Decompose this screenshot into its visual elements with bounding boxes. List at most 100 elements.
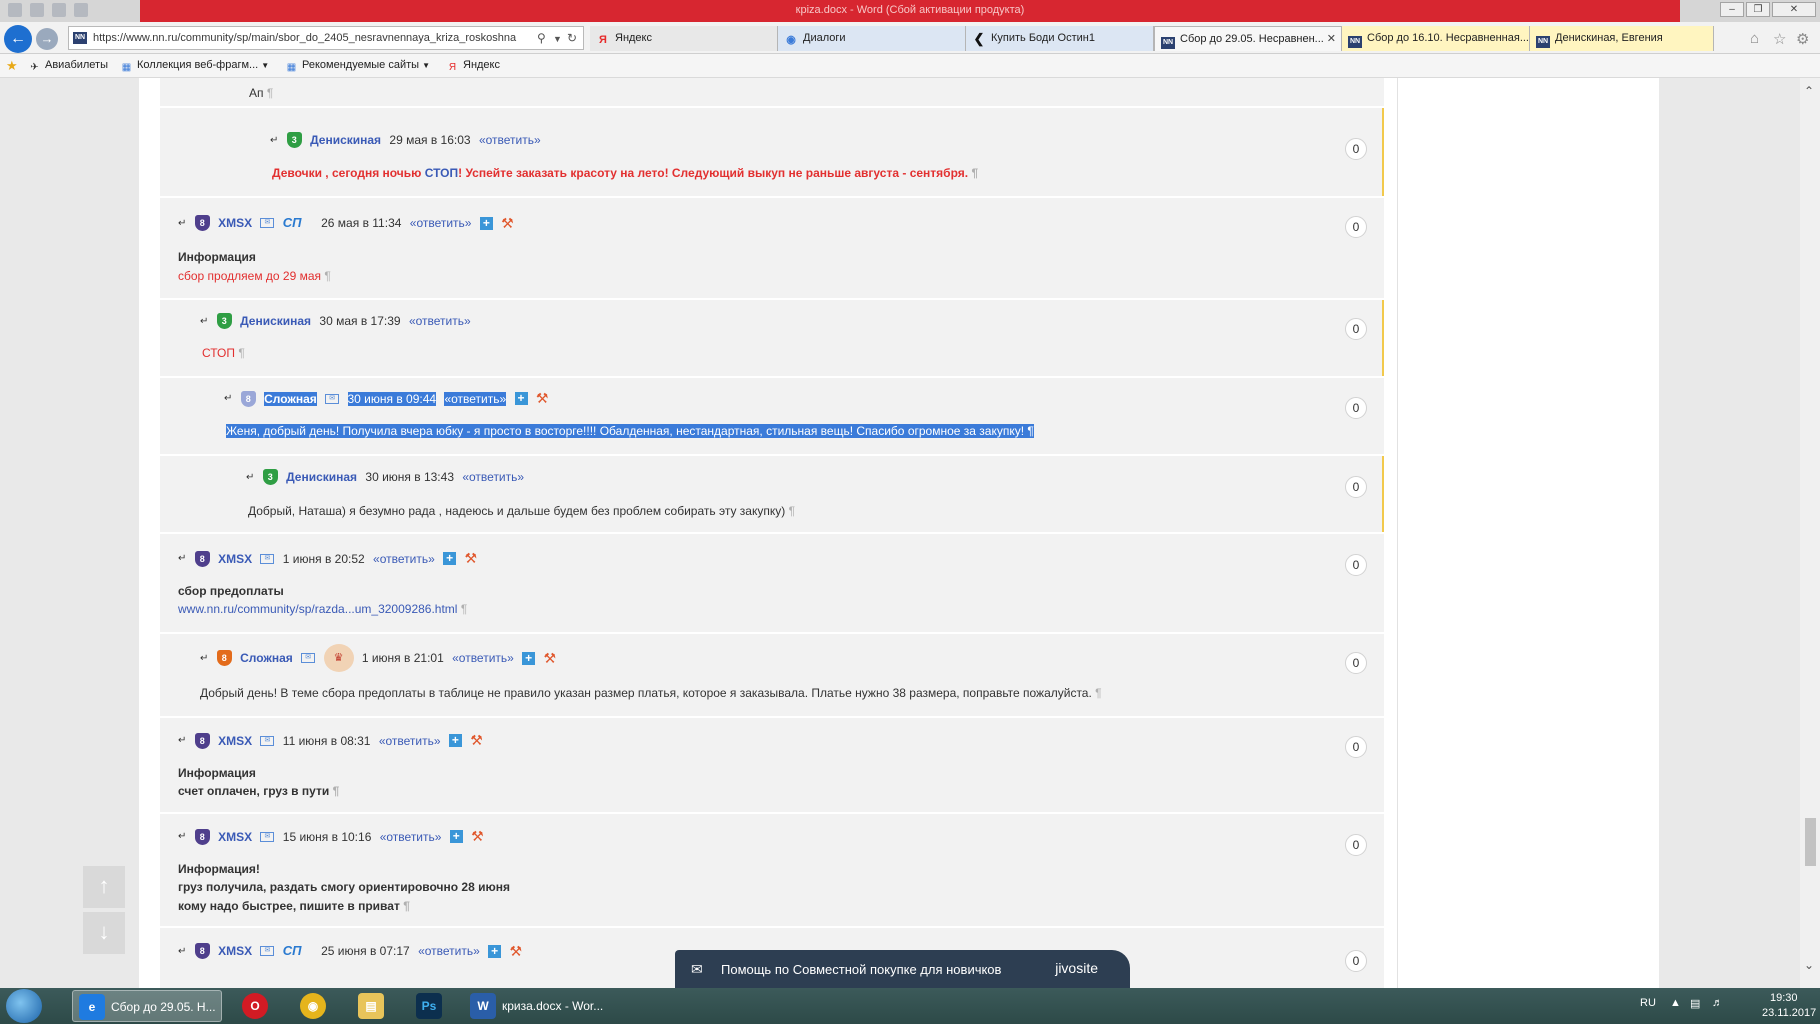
show-hidden-icons-icon[interactable]: ▲ (1670, 997, 1681, 1009)
taskbar-explorer[interactable]: ▤ (350, 990, 394, 1022)
start-button[interactable] (6, 989, 42, 1023)
comment-time: 1 июня в 20:52 (282, 551, 365, 566)
add-icon[interactable]: + (479, 216, 493, 230)
favorites-icon[interactable]: ★ (6, 58, 18, 74)
hammer-icon[interactable]: ⚒ (464, 550, 477, 566)
settings-gear-icon[interactable]: ⚙ (1796, 30, 1809, 48)
add-icon[interactable]: + (488, 944, 502, 958)
favorites-star-icon[interactable]: ☆ (1773, 30, 1786, 48)
clock-time[interactable]: 19:30 (1770, 992, 1798, 1004)
rating-score[interactable]: 0 (1345, 476, 1367, 498)
username-link[interactable]: XMSX (218, 830, 252, 844)
scroll-to-bottom-button[interactable]: ↓ (83, 912, 125, 954)
hammer-icon[interactable]: ⚒ (536, 390, 549, 406)
mail-icon[interactable]: ✉ (260, 946, 275, 956)
scrollbar[interactable]: ⌃ ⌄ (1800, 78, 1820, 988)
tab-dialogs[interactable]: ◉ Диалоги (778, 26, 966, 51)
reply-link[interactable]: «ответить» (373, 552, 435, 566)
prepayment-link[interactable]: www.nn.ru/community/sp/razda...um_320092… (178, 602, 457, 616)
comment-xmsx-1506: ↵ 8 XMSX ✉ 15 июня в 10:16 «ответить» + … (160, 814, 1384, 926)
mail-icon[interactable]: ✉ (260, 218, 275, 228)
rating-score[interactable]: 0 (1345, 652, 1367, 674)
language-indicator[interactable]: RU (1640, 997, 1656, 1009)
username-link[interactable]: Денискиная (240, 314, 311, 328)
forward-button[interactable]: → (36, 28, 58, 50)
reply-link[interactable]: «ответить» (379, 734, 441, 748)
mail-icon[interactable]: ✉ (325, 393, 340, 404)
username-link[interactable]: XMSX (218, 734, 252, 748)
reply-link[interactable]: «ответить» (380, 830, 442, 844)
address-url[interactable]: https://www.nn.ru/community/sp/main/sbor… (93, 32, 533, 44)
search-icon[interactable]: ⚲ (537, 31, 546, 45)
chat-widget-label[interactable]: Помощь по Совместной покупке для новичко… (721, 962, 1001, 977)
jivosite-chat-widget[interactable]: ✉ Помощь по Совместной покупке для нович… (675, 950, 1130, 988)
username-link[interactable]: Денискиная (310, 133, 381, 147)
username-link[interactable]: Денискиная (286, 470, 357, 484)
maximize-button[interactable]: ❐ (1746, 2, 1770, 17)
mail-icon[interactable]: ✉ (260, 735, 275, 746)
rating-score[interactable]: 0 (1345, 138, 1367, 160)
back-button[interactable]: ← (4, 25, 32, 53)
hammer-icon[interactable]: ⚒ (501, 215, 514, 231)
scroll-down-icon[interactable]: ⌄ (1804, 958, 1814, 972)
taskbar-ie[interactable]: e Сбор до 29.05. Н... (72, 990, 222, 1022)
add-icon[interactable]: + (514, 392, 528, 405)
rating-score[interactable]: 0 (1345, 397, 1367, 419)
hammer-icon[interactable]: ⚒ (544, 650, 557, 666)
scroll-to-top-button[interactable]: ↑ (83, 866, 125, 908)
fav-web-fragments[interactable]: ▦ Коллекция веб-фрагм... ▼ (120, 59, 269, 74)
reply-link[interactable]: «ответить» (409, 314, 471, 328)
home-icon[interactable]: ⌂ (1750, 30, 1759, 47)
scroll-thumb[interactable] (1805, 818, 1816, 866)
minimize-button[interactable]: – (1720, 2, 1744, 17)
username-link[interactable]: XMSX (218, 944, 252, 958)
username-link[interactable]: Сложная (264, 391, 317, 406)
taskbar-opera[interactable]: O (234, 990, 278, 1022)
clock-date[interactable]: 23.11.2017 (1762, 1007, 1816, 1019)
rating-score[interactable]: 0 (1345, 834, 1367, 856)
reply-link[interactable]: «ответить» (418, 944, 480, 958)
add-icon[interactable]: + (449, 830, 463, 843)
mail-icon[interactable]: ✉ (260, 831, 275, 842)
tab-deniskinaya[interactable]: NN Денискиная, Евгения (1530, 26, 1714, 51)
tab-yandex[interactable]: Я Яндекс (590, 26, 778, 51)
mail-icon[interactable]: ✉ (301, 653, 316, 663)
add-icon[interactable]: + (448, 734, 462, 747)
fav-recommended-sites[interactable]: ▦ Рекомендуемые сайты ▼ (285, 59, 430, 74)
close-tab-icon[interactable]: ✕ (1327, 27, 1336, 51)
reply-link[interactable]: «ответить» (410, 216, 472, 230)
refresh-icon[interactable]: ↻ (567, 31, 577, 45)
scroll-up-icon[interactable]: ⌃ (1804, 84, 1814, 98)
tab-sbor-2905[interactable]: NN Сбор до 29.05. Несравнен... ✕ (1154, 26, 1342, 51)
reply-link[interactable]: «ответить» (444, 391, 507, 406)
address-bar[interactable]: NN https://www.nn.ru/community/sp/main/s… (68, 26, 584, 50)
taskbar-word[interactable]: Wкриза.docx - Wor... (464, 990, 614, 1022)
rating-score[interactable]: 0 (1345, 216, 1367, 238)
hammer-icon[interactable]: ⚒ (471, 828, 484, 844)
username-link[interactable]: XMSX (218, 552, 252, 566)
reply-link[interactable]: «ответить» (462, 470, 524, 484)
tab-buy-body[interactable]: ❮ Купить Боди Остин1 (966, 26, 1154, 51)
username-link[interactable]: XMSX (218, 216, 252, 230)
rating-score[interactable]: 0 (1345, 318, 1367, 340)
mail-icon[interactable]: ✉ (260, 553, 275, 564)
close-window-button[interactable]: ✕ (1772, 2, 1816, 17)
volume-icon[interactable]: ♬ (1712, 997, 1723, 1009)
fav-aviabilety[interactable]: ✈ Авиабилеты (28, 59, 108, 74)
rating-score[interactable]: 0 (1345, 736, 1367, 758)
add-icon[interactable]: + (522, 651, 536, 665)
network-icon[interactable]: ▤ (1690, 997, 1700, 1010)
tab-sbor-1610[interactable]: NN Сбор до 16.10. Несравненная... (1342, 26, 1530, 51)
hammer-icon[interactable]: ⚒ (470, 732, 483, 748)
rating-score[interactable]: 0 (1345, 554, 1367, 576)
fav-yandex[interactable]: Я Яндекс (446, 59, 500, 74)
add-icon[interactable]: + (443, 552, 457, 565)
username-link[interactable]: Сложная (240, 651, 293, 665)
rating-score[interactable]: 0 (1345, 950, 1367, 972)
dropdown-icon[interactable]: ▼ (553, 34, 562, 44)
reply-link[interactable]: «ответить» (452, 651, 514, 665)
taskbar-chrome[interactable]: ◉ (292, 990, 336, 1022)
reply-link[interactable]: «ответить» (479, 133, 541, 147)
hammer-icon[interactable]: ⚒ (509, 943, 522, 959)
taskbar-photoshop[interactable]: Ps (408, 990, 452, 1022)
